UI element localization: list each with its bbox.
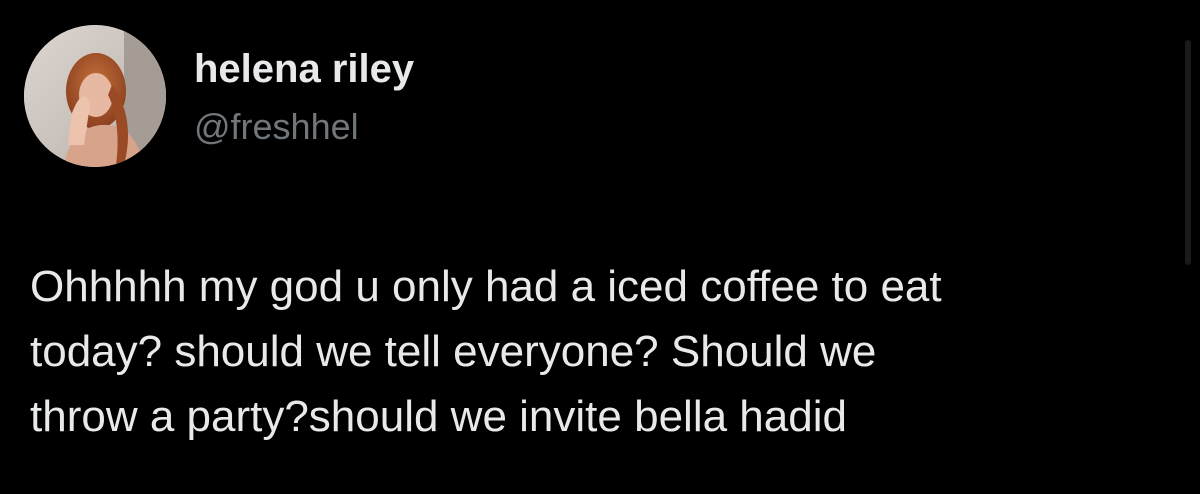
avatar[interactable] bbox=[24, 25, 166, 167]
tweet-text-line: throw a party?should we invite bella had… bbox=[30, 392, 847, 441]
tweet-body: Ohhhhh my god u only had a iced coffee t… bbox=[30, 254, 1150, 449]
profile-photo-icon bbox=[24, 25, 166, 167]
author-display-name[interactable]: helena riley bbox=[194, 44, 414, 94]
tweet-card: helena riley @freshhel Ohhhhh my god u o… bbox=[0, 0, 1200, 494]
tweet-text-line: today? should we tell everyone? Should w… bbox=[30, 327, 877, 376]
scrollbar[interactable] bbox=[1185, 40, 1191, 265]
tweet-text-line: Ohhhhh my god u only had a iced coffee t… bbox=[30, 262, 942, 311]
author-handle[interactable]: @freshhel bbox=[194, 104, 359, 150]
